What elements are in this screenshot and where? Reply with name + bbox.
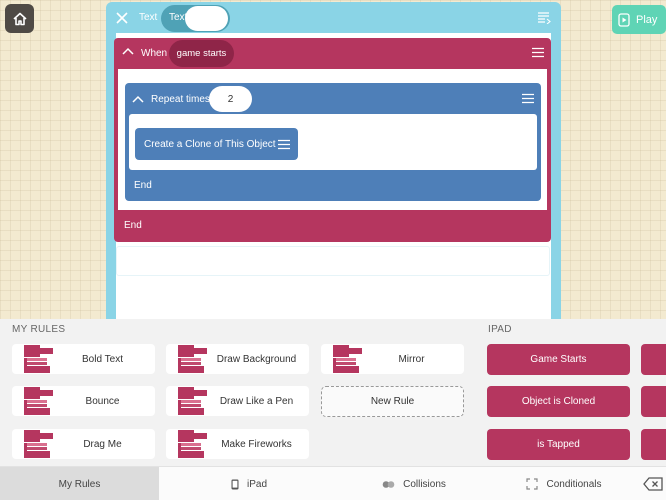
- rule-stack-icon: [24, 345, 53, 373]
- my-rules-heading: MY RULES: [12, 324, 66, 335]
- ipad-rule-is-tapped[interactable]: is Tapped: [487, 429, 630, 460]
- rule-stack-icon: [178, 387, 207, 415]
- empty-rule-slot[interactable]: [116, 246, 550, 276]
- rule-drag-me[interactable]: Drag Me: [12, 429, 155, 459]
- ipad-rule-object-is-cloned[interactable]: Object is Cloned: [487, 386, 630, 417]
- block-menu-icon[interactable]: [532, 47, 544, 58]
- object-name-field[interactable]: [185, 6, 228, 31]
- rules-panel: MY RULES IPAD Bold Text Draw Background …: [0, 319, 666, 467]
- rule-label: Bold Text: [82, 354, 123, 365]
- play-icon: [618, 12, 630, 27]
- when-label: When: [141, 48, 168, 59]
- ipad-rule-partial[interactable]: [641, 386, 666, 417]
- editor-header: Text Text: [106, 2, 561, 33]
- tab-ipad[interactable]: iPad: [159, 467, 339, 500]
- when-end-label: End: [124, 220, 142, 231]
- block-menu-icon[interactable]: [278, 139, 290, 150]
- event-pill[interactable]: game starts: [169, 40, 234, 67]
- home-icon: [12, 12, 27, 25]
- object-name-pill[interactable]: Text: [161, 5, 230, 32]
- ipad-icon: [231, 479, 239, 489]
- ipad-rule-partial[interactable]: [641, 429, 666, 460]
- tab-collisions[interactable]: Collisions: [339, 467, 489, 500]
- bottom-tab-bar: My Rules iPad Collisions Conditionals: [0, 466, 666, 500]
- rules-list-icon[interactable]: [537, 11, 551, 24]
- repeat-end-label: End: [134, 180, 152, 191]
- object-type-label: Text: [139, 12, 158, 23]
- collapse-chevron-icon[interactable]: [132, 95, 144, 103]
- rule-bounce[interactable]: Bounce: [12, 386, 155, 416]
- create-clone-label: Create a Clone of This Object: [144, 139, 276, 150]
- tab-my-rules[interactable]: My Rules: [0, 467, 159, 500]
- rule-bold-text[interactable]: Bold Text: [12, 344, 155, 374]
- ipad-rule-partial[interactable]: [641, 344, 666, 375]
- home-button[interactable]: [5, 4, 34, 33]
- rule-label: Make Fireworks: [221, 439, 292, 450]
- backspace-icon[interactable]: [643, 477, 663, 491]
- rule-make-fireworks[interactable]: Make Fireworks: [166, 429, 309, 459]
- rule-stack-icon: [178, 430, 207, 458]
- tab-label: iPad: [246, 478, 267, 490]
- rule-label: Mirror: [398, 354, 425, 365]
- collisions-icon: [382, 480, 395, 488]
- tab-label: Collisions: [403, 478, 446, 490]
- rule-label: Draw Like a Pen: [219, 396, 294, 407]
- play-button[interactable]: Play: [612, 5, 666, 34]
- rule-label: Drag Me: [83, 439, 122, 450]
- when-block-header: When game starts: [114, 38, 551, 68]
- ipad-rule-game-starts[interactable]: Game Starts: [487, 344, 630, 375]
- rule-stack-icon: [178, 345, 207, 373]
- repeat-label: Repeat times: [151, 94, 210, 105]
- ipad-heading: IPAD: [488, 324, 512, 335]
- tab-label: Conditionals: [546, 478, 602, 490]
- block-menu-icon[interactable]: [522, 93, 534, 104]
- rule-mirror[interactable]: Mirror: [321, 344, 464, 374]
- rule-stack-icon: [24, 387, 53, 415]
- rule-label: Draw Background: [216, 354, 297, 365]
- rule-draw-background[interactable]: Draw Background: [166, 344, 309, 374]
- rule-label: Bounce: [85, 396, 120, 407]
- rule-stack-icon: [24, 430, 53, 458]
- rule-stack-icon: [333, 345, 362, 373]
- rule-draw-like-a-pen[interactable]: Draw Like a Pen: [166, 386, 309, 416]
- play-label: Play: [636, 13, 658, 26]
- repeat-count-input[interactable]: 2: [209, 86, 252, 112]
- tab-label: My Rules: [58, 478, 101, 490]
- new-rule-button[interactable]: New Rule: [321, 386, 464, 417]
- create-clone-block[interactable]: Create a Clone of This Object: [135, 128, 298, 160]
- close-icon[interactable]: [114, 10, 130, 26]
- tab-conditionals[interactable]: Conditionals: [489, 467, 639, 500]
- collapse-chevron-icon[interactable]: [122, 47, 134, 55]
- conditionals-icon: [526, 478, 539, 490]
